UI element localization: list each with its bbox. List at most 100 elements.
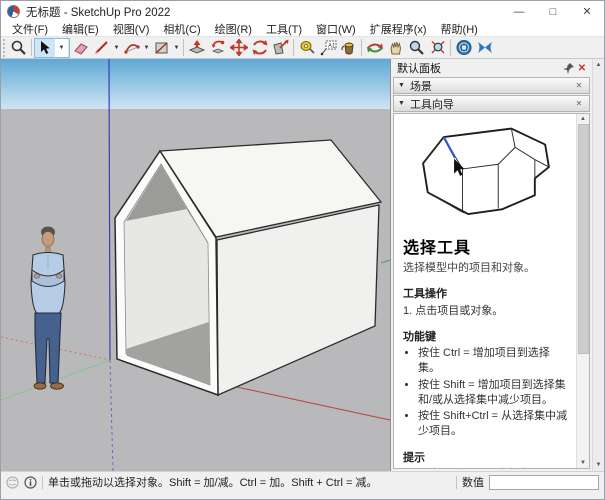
arc-dropdown-button[interactable]: ▼	[142, 45, 151, 51]
move-tool-button[interactable]	[228, 38, 249, 58]
select-tool-button[interactable]	[35, 39, 55, 57]
follow-me-tool-button[interactable]	[207, 38, 228, 58]
menu-draw[interactable]: 绘图(R)	[208, 21, 259, 37]
instructor-panel: 选择工具 选择模型中的项目和对象。 工具操作 1. 点击项目或对象。 功能键 按…	[393, 113, 590, 469]
collapse-arrow-icon[interactable]: ▼	[398, 100, 405, 107]
instructor-scrollbar[interactable]: ▲ ▼	[576, 114, 589, 468]
maximize-button[interactable]: □	[536, 1, 570, 22]
modifier-list: 按住 Ctrl = 增加项目到选择集。 按住 Shift = 增加项目到选择集和…	[418, 346, 569, 439]
modifier-item: 按住 Shift = 增加项目到选择集和/或从选择集中减少项目。	[418, 378, 569, 408]
section-instructor-close-button[interactable]: ✕	[573, 99, 585, 108]
model-viewport[interactable]	[1, 59, 391, 471]
tips-heading: 提示	[403, 449, 569, 465]
pan-tool-button[interactable]	[385, 38, 406, 58]
scroll-up-icon[interactable]: ▲	[580, 115, 586, 123]
window-title: 无标题 - SketchUp Pro 2022	[26, 4, 170, 20]
toolbar-separator	[31, 39, 32, 56]
window-bottom-edge	[1, 492, 604, 500]
title-bar: 无标题 - SketchUp Pro 2022 — □ ✕	[1, 1, 604, 22]
toolbar-separator	[450, 39, 451, 56]
toolbar-grip	[3, 39, 7, 57]
tape-measure-tool-button[interactable]	[296, 38, 317, 58]
toolbar: ▼ ▼ ▼ ▼	[1, 37, 604, 59]
scroll-up-icon[interactable]: ▲	[596, 61, 602, 69]
sky	[1, 59, 390, 109]
main-area: 默认面板 ✕ ▼ 场景 ✕ ▼ 工具向导 ✕	[1, 59, 604, 471]
text-tool-button[interactable]: A1	[317, 38, 338, 58]
toolbar-separator	[293, 39, 294, 56]
menu-edit[interactable]: 编辑(E)	[55, 21, 106, 37]
svg-text:A1: A1	[328, 44, 336, 50]
extension-warehouse-button[interactable]	[474, 38, 495, 58]
collapse-arrow-icon[interactable]: ▼	[398, 82, 405, 89]
close-button[interactable]: ✕	[570, 1, 604, 22]
section-scenes[interactable]: ▼ 场景 ✕	[393, 77, 590, 94]
rectangle-tool-button[interactable]	[151, 38, 172, 58]
section-instructor-label: 工具向导	[410, 96, 454, 112]
app-window: 无标题 - SketchUp Pro 2022 — □ ✕ 文件(F) 编辑(E…	[0, 0, 605, 500]
toolbar-separator	[183, 39, 184, 56]
section-instructor[interactable]: ▼ 工具向导 ✕	[393, 95, 590, 112]
instructor-house-illustration	[406, 122, 566, 230]
zoom-tool-button[interactable]	[8, 38, 29, 58]
scroll-down-icon[interactable]: ▼	[580, 459, 586, 467]
scrollbar-thumb[interactable]	[578, 124, 589, 354]
toolbar-separator	[361, 39, 362, 56]
tip-item: 双击一个平面以选定该平面及其所有边线。	[418, 467, 569, 468]
panel-title: 默认面板	[397, 60, 441, 76]
geolocation-icon[interactable]	[6, 476, 19, 489]
status-separator	[456, 476, 457, 489]
modifier-heading: 功能键	[403, 328, 569, 344]
operation-heading: 工具操作	[403, 285, 569, 301]
arc-tool-button[interactable]	[121, 38, 142, 58]
model-scene	[1, 59, 390, 471]
push-pull-tool-button[interactable]	[186, 38, 207, 58]
paint-bucket-tool-button[interactable]	[338, 38, 359, 58]
select-tool-group: ▼	[34, 38, 70, 58]
3d-warehouse-button[interactable]	[453, 38, 474, 58]
panel-column: 默认面板 ✕ ▼ 场景 ✕ ▼ 工具向导 ✕	[391, 59, 592, 471]
menu-extensions[interactable]: 扩展程序(x)	[363, 21, 434, 37]
scale-tool-button[interactable]	[270, 38, 291, 58]
panel-header: 默认面板 ✕	[391, 59, 592, 76]
section-scenes-label: 场景	[410, 78, 432, 94]
modifier-item: 按住 Ctrl = 增加项目到选择集。	[418, 346, 569, 376]
menu-window[interactable]: 窗口(W)	[309, 21, 363, 37]
menu-file[interactable]: 文件(F)	[5, 21, 55, 37]
panel-scrollbar[interactable]: ▲ ▼	[592, 59, 604, 471]
status-separator	[42, 476, 43, 489]
minimize-button[interactable]: —	[502, 1, 536, 22]
menu-bar: 文件(F) 编辑(E) 视图(V) 相机(C) 绘图(R) 工具(T) 窗口(W…	[1, 22, 604, 37]
menu-help[interactable]: 帮助(H)	[434, 21, 485, 37]
window-controls: — □ ✕	[502, 1, 604, 22]
instructor-content: 选择工具 选择模型中的项目和对象。 工具操作 1. 点击项目或对象。 功能键 按…	[394, 114, 576, 468]
menu-tools[interactable]: 工具(T)	[259, 21, 309, 37]
status-hint: 单击或拖动以选择对象。Shift = 加/减。Ctrl = 加。Shift + …	[48, 474, 377, 490]
orbit-tool-button[interactable]	[364, 38, 385, 58]
rectangle-dropdown-button[interactable]: ▼	[172, 45, 181, 51]
menu-view[interactable]: 视图(V)	[106, 21, 157, 37]
rotate-tool-button[interactable]	[249, 38, 270, 58]
operation-item: 1. 点击项目或对象。	[403, 302, 569, 318]
section-scenes-close-button[interactable]: ✕	[573, 81, 585, 90]
menu-camera[interactable]: 相机(C)	[156, 21, 207, 37]
scroll-down-icon[interactable]: ▼	[596, 461, 602, 469]
panel-close-button[interactable]: ✕	[575, 63, 589, 74]
measurements: 数值	[456, 474, 599, 490]
default-tray-panel: 默认面板 ✕ ▼ 场景 ✕ ▼ 工具向导 ✕	[391, 59, 604, 471]
eraser-tool-button[interactable]	[70, 38, 91, 58]
zoom-extents-button[interactable]	[427, 38, 448, 58]
measurements-label: 数值	[462, 474, 484, 490]
sketchup-logo-icon	[7, 5, 20, 18]
pin-icon[interactable]	[563, 62, 575, 74]
tips-list: 双击一个平面以选定该平面及其所有边线。 双击一条边线以选定该边线及与其共享的平面…	[418, 467, 569, 468]
zoom-button[interactable]	[406, 38, 427, 58]
line-dropdown-button[interactable]: ▼	[112, 45, 121, 51]
measurements-input[interactable]	[489, 475, 599, 490]
line-tool-button[interactable]	[91, 38, 112, 58]
status-bar: 单击或拖动以选择对象。Shift = 加/减。Ctrl = 加。Shift + …	[1, 471, 604, 492]
modifier-item: 按住 Shift+Ctrl = 从选择集中减少项目。	[418, 409, 569, 439]
instructor-subtitle: 选择模型中的项目和对象。	[403, 259, 569, 275]
instructor-toggle-icon[interactable]	[24, 476, 37, 489]
select-dropdown-button[interactable]: ▼	[55, 39, 68, 57]
